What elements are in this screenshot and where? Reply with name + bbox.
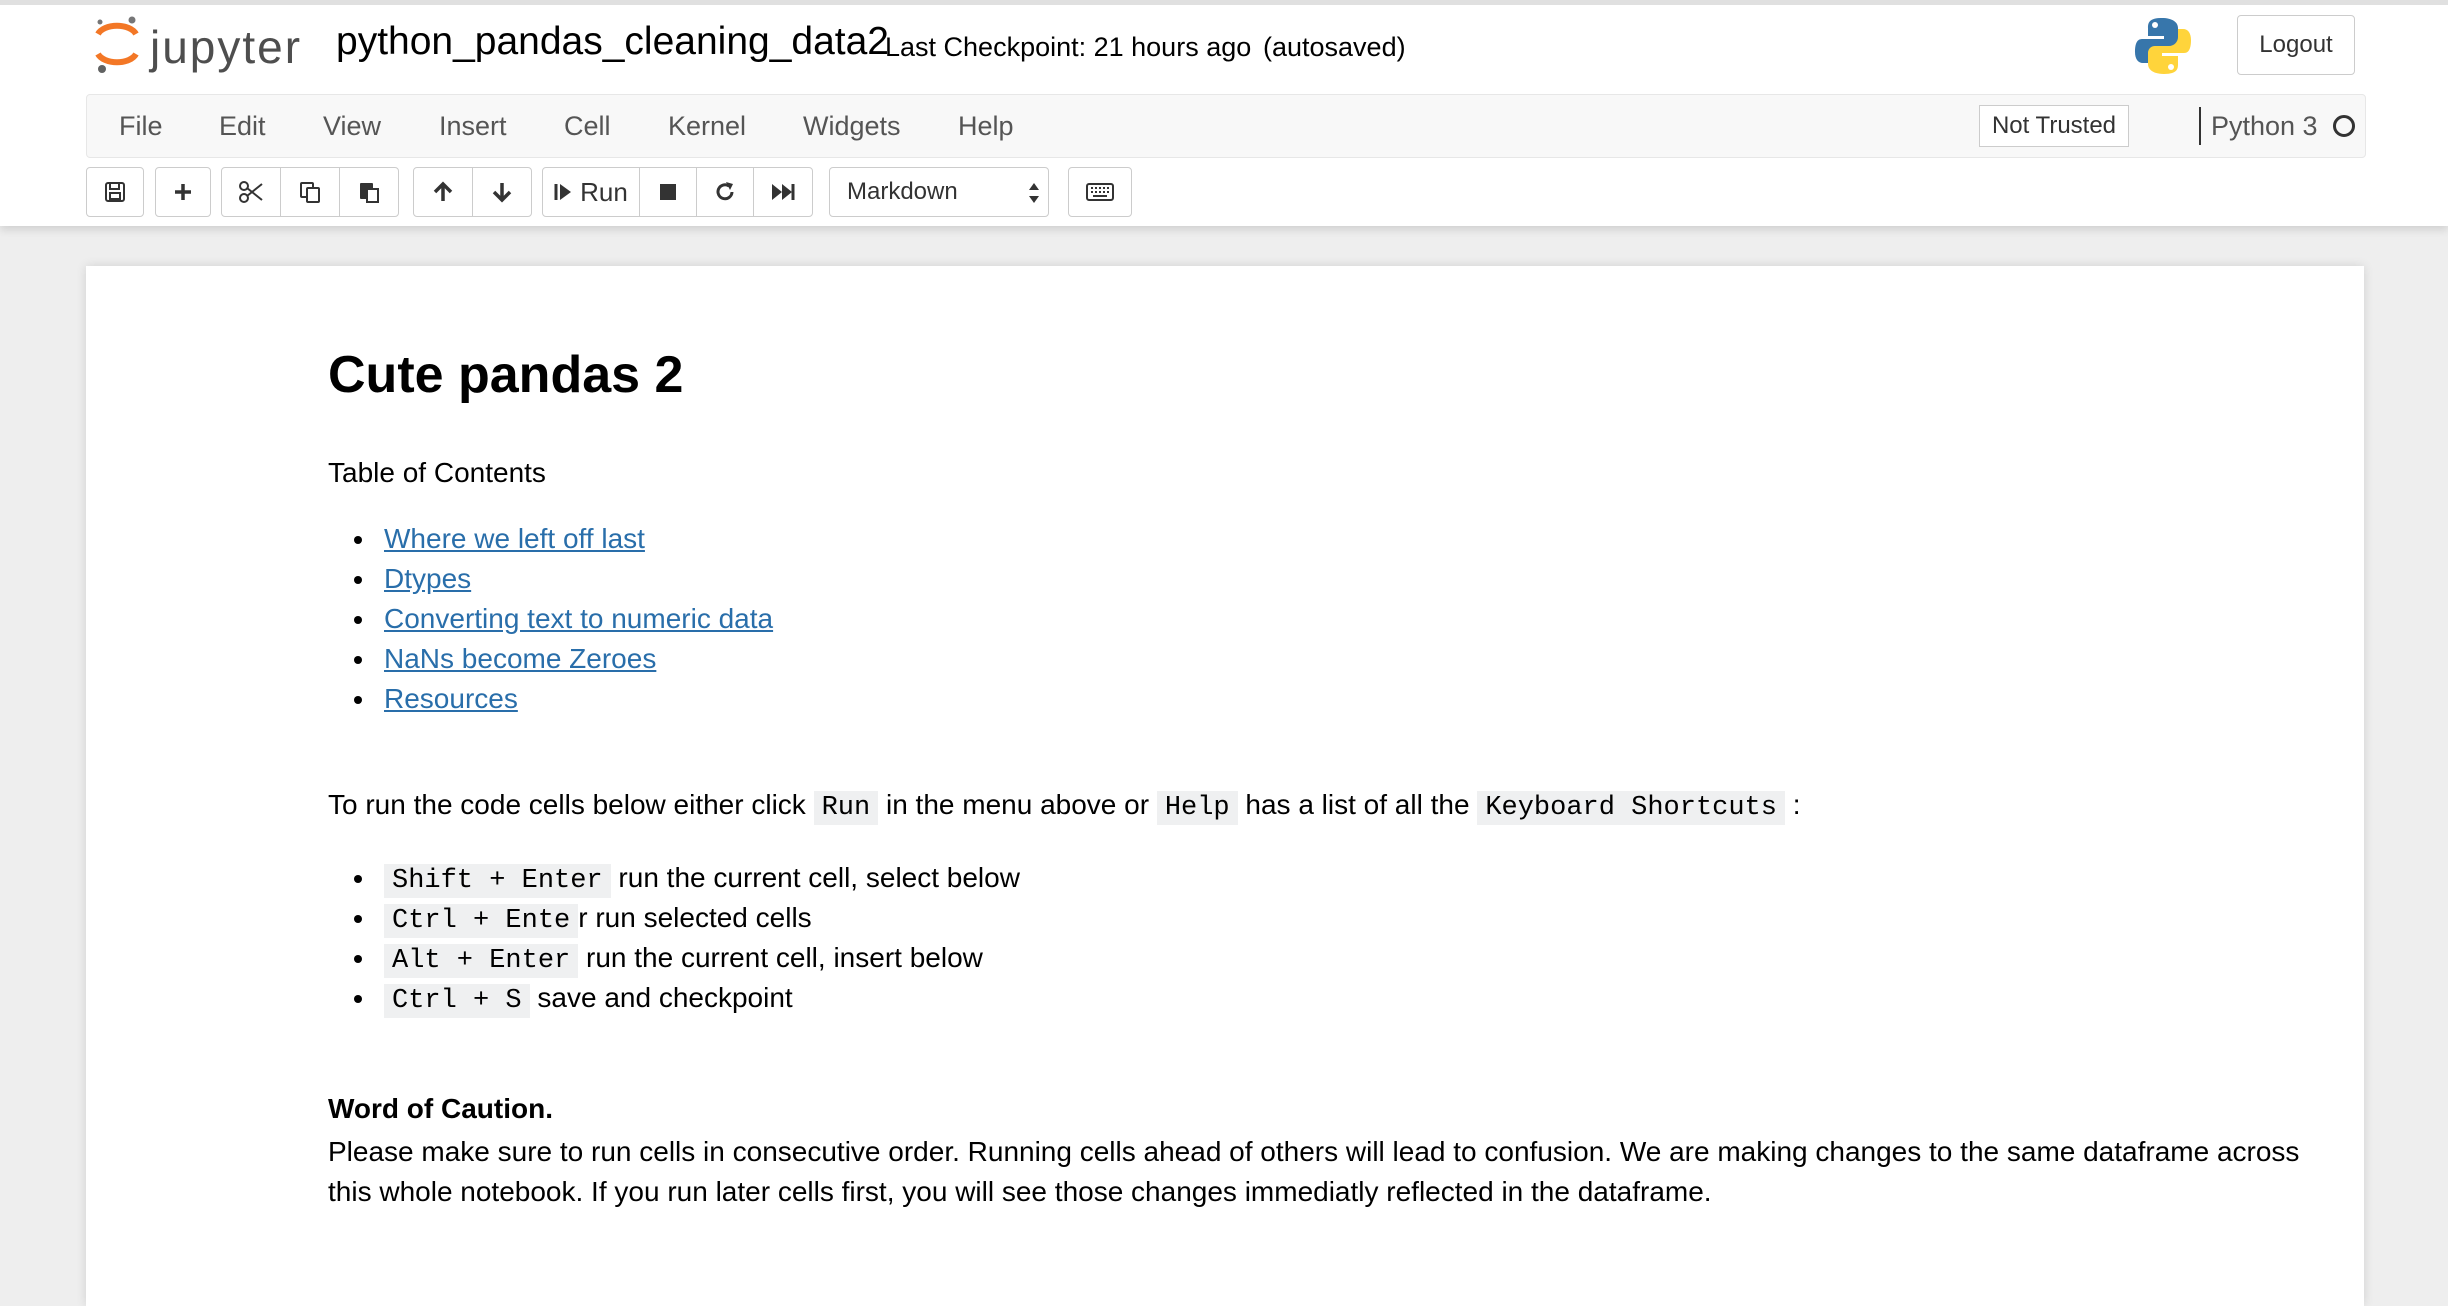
shortcut-code: Ctrl + Ente (384, 904, 579, 938)
list-item: Ctrl + S save and checkpoint (328, 978, 1020, 1018)
jupyter-logo-icon (95, 16, 139, 73)
restart-icon (716, 182, 734, 201)
menu-kernel[interactable]: Kernel (668, 95, 746, 157)
keyboard-group (1068, 167, 1132, 217)
interrupt-button[interactable] (639, 167, 697, 217)
toc-link-nans-zeroes[interactable]: NaNs become Zeroes (384, 643, 656, 674)
arrow-up-icon (433, 181, 453, 201)
move-up-button[interactable] (413, 167, 473, 217)
shortcut-desc: run the current cell, select below (610, 862, 1020, 893)
shortcut-code: Shift + Enter (384, 864, 611, 898)
keyboard-icon (1086, 183, 1114, 201)
insert-group (155, 167, 211, 217)
copy-icon (300, 182, 320, 203)
menu-edit[interactable]: Edit (219, 95, 266, 157)
autosave-status: (autosaved) (1263, 32, 1406, 62)
insert-cell-button[interactable] (155, 167, 211, 217)
shortcut-desc: r run selected cells (578, 902, 812, 933)
save-button[interactable] (86, 167, 144, 217)
cell-type-value: Markdown (847, 178, 958, 205)
caution-body: Please make sure to run cells in consecu… (328, 1136, 2300, 1207)
move-group (413, 167, 532, 217)
restart-run-all-button[interactable] (753, 167, 813, 217)
select-arrows-icon (1029, 183, 1039, 203)
step-forward-icon (554, 184, 572, 200)
menu-view[interactable]: View (323, 95, 381, 157)
run-label: Run (580, 176, 628, 207)
scissors-icon (239, 181, 263, 203)
copy-button[interactable] (280, 167, 340, 217)
shortcut-code: Alt + Enter (384, 944, 579, 978)
cell-type-select[interactable]: Markdown (829, 167, 1049, 217)
shortcut-list: Shift + Enter run the current cell, sele… (328, 858, 1020, 1018)
list-item: Dtypes (328, 559, 773, 599)
fast-forward-icon (772, 184, 795, 200)
menu-file[interactable]: File (119, 95, 163, 157)
list-item: Ctrl + Ente r run selected cells (328, 898, 1020, 938)
menu-bar: File Edit View Insert Cell Kernel Widget… (86, 94, 2366, 158)
kernel-separator (2199, 107, 2201, 145)
stop-icon (660, 184, 676, 200)
intro-text: To run the code cells below either click (328, 789, 814, 820)
last-checkpoint: Last Checkpoint: 21 hours ago (885, 32, 1252, 62)
shortcut-desc: run the current cell, insert below (578, 942, 983, 973)
toc-link-resources[interactable]: Resources (384, 683, 518, 714)
run-button[interactable]: Run (542, 167, 640, 217)
code-keyboard-shortcuts: Keyboard Shortcuts (1477, 791, 1785, 825)
notebook-container: Cute pandas 2 Table of Contents Where we… (86, 266, 2364, 1306)
python-logo-icon (2135, 18, 2191, 74)
save-group (86, 167, 144, 217)
intro-text: in the menu above or (878, 789, 1157, 820)
toc-link-converting-text[interactable]: Converting text to numeric data (384, 603, 773, 634)
code-help: Help (1156, 791, 1238, 825)
jupyter-logo-text: jupyter (150, 21, 303, 73)
menu-cell[interactable]: Cell (564, 95, 611, 157)
floppy-disk-icon (105, 182, 125, 202)
toc-link-dtypes[interactable]: Dtypes (384, 563, 471, 594)
list-item: Where we left off last (328, 519, 773, 559)
top-border (0, 0, 2448, 5)
cut-button[interactable] (221, 167, 281, 217)
paste-button[interactable] (339, 167, 399, 217)
kernel-idle-indicator-icon (2333, 115, 2355, 137)
notebook-title: Cute pandas 2 (328, 346, 684, 404)
edit-group (221, 167, 399, 217)
menu-help[interactable]: Help (958, 95, 1014, 157)
command-palette-button[interactable] (1068, 167, 1132, 217)
list-item: Converting text to numeric data (328, 599, 773, 639)
shortcut-code: Ctrl + S (384, 984, 530, 1018)
list-item: Resources (328, 679, 773, 719)
menu-widgets[interactable]: Widgets (803, 95, 901, 157)
shortcut-desc: save and checkpoint (529, 982, 793, 1013)
code-run: Run (813, 791, 879, 825)
restart-button[interactable] (696, 167, 754, 217)
run-group: Run (542, 167, 813, 217)
arrow-down-icon (492, 183, 512, 203)
notebook-name[interactable]: python_pandas_cleaning_data2 (336, 20, 889, 64)
plus-icon (175, 184, 191, 200)
jupyter-logo[interactable]: jupyter (92, 14, 312, 74)
list-item: Alt + Enter run the current cell, insert… (328, 938, 1020, 978)
list-item: Shift + Enter run the current cell, sele… (328, 858, 1020, 898)
list-item: NaNs become Zeroes (328, 639, 773, 679)
kernel-name[interactable]: Python 3 (2211, 95, 2318, 157)
logout-button[interactable]: Logout (2237, 15, 2355, 75)
toc-link-where-we-left-off[interactable]: Where we left off last (384, 523, 645, 554)
move-down-button[interactable] (472, 167, 532, 217)
caution-title: Word of Caution. (328, 1093, 553, 1124)
toc-label: Table of Contents (328, 457, 546, 488)
header: jupyter python_pandas_cleaning_data2 Las… (0, 0, 2448, 226)
intro-text: has a list of all the (1237, 789, 1478, 820)
menu-insert[interactable]: Insert (439, 95, 507, 157)
run-instructions: To run the code cells below either click… (328, 789, 1801, 825)
not-trusted-indicator[interactable]: Not Trusted (1979, 105, 2129, 147)
toc-list: Where we left off last Dtypes Converting… (328, 519, 773, 719)
paste-icon (360, 183, 379, 203)
intro-text: : (1784, 789, 1801, 820)
